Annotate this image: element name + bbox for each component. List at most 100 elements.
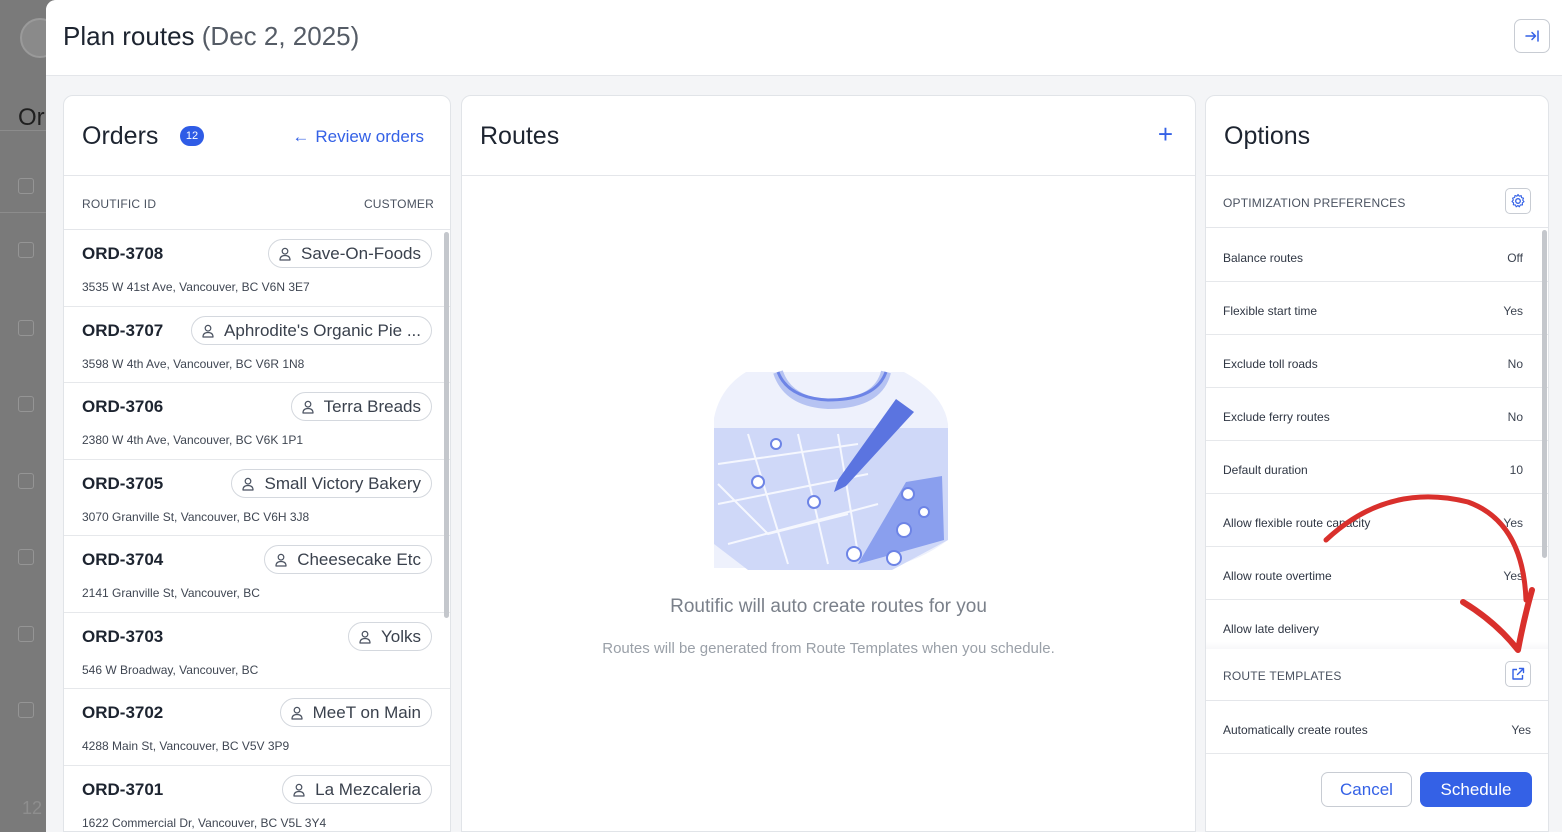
preference-row[interactable]: Flexible start time Yes (1206, 282, 1548, 335)
optimization-preferences-header: OPTIMIZATION PREFERENCES (1206, 176, 1548, 228)
external-link-icon (1512, 667, 1525, 680)
plan-routes-modal: Plan routes (Dec 2, 2025) Orders 12 ← Rev… (46, 0, 1562, 832)
order-row[interactable]: ORD-3703 Yolks 546 W Broadway, Vancouver, … (64, 613, 450, 689)
order-address: 3070 Granville St, Vancouver, BC V6H 3J8 (82, 509, 310, 524)
customer-pill[interactable]: MeeT on Main (279, 698, 432, 727)
preference-row[interactable]: Exclude ferry routes No (1206, 388, 1548, 441)
preference-row[interactable]: Allow route overtime Yes (1206, 547, 1548, 600)
preference-value: No (1507, 410, 1523, 424)
background-checkbox (18, 320, 34, 336)
modal-title-text: Plan routes (63, 21, 195, 51)
order-row[interactable]: ORD-3704 Cheesecake Etc 2141 Granville St,… (64, 536, 450, 613)
customer-pill[interactable]: Yolks (347, 621, 432, 651)
customer-pill[interactable]: La Mezcaleria (282, 774, 432, 804)
routes-panel: Routes + Routific will auto create route… (461, 95, 1196, 832)
preference-name: Flexible start time (1223, 304, 1318, 318)
preference-value: 10 (1509, 463, 1523, 477)
order-id: ORD-3704 (82, 550, 164, 569)
orders-count-badge: 12 (180, 126, 204, 146)
background-divider (0, 212, 46, 213)
route-templates-label: ROUTE TEMPLATES (1223, 669, 1342, 683)
order-row[interactable]: ORD-3708 Save-On-Foods 3535 W 41st Ave, Va… (64, 230, 450, 307)
customer-name: Save-On-Foods (301, 244, 421, 263)
customer-pill[interactable]: Save-On-Foods (268, 239, 432, 268)
customer-name: Yolks (380, 626, 421, 646)
background-checkbox (18, 178, 34, 194)
order-address: 3598 W 4th Ave, Vancouver, BC V6R 1N8 (82, 356, 305, 371)
order-id: ORD-3706 (82, 397, 164, 416)
template-row[interactable]: Automatically create routes Yes (1206, 701, 1548, 754)
customer-pill[interactable]: Aphrodite's Organic Pie ... (191, 315, 432, 345)
order-row[interactable]: ORD-3702 MeeT on Main 4288 Main St, Vancou… (64, 689, 450, 766)
person-icon (302, 400, 314, 414)
order-row[interactable]: ORD-3701 La Mezcaleria 1622 Commercial Dr,… (64, 766, 450, 832)
preference-value: Yes (1503, 569, 1523, 583)
orders-list: ORD-3708 Save-On-Foods 3535 W 41st Ave, Va… (64, 230, 450, 832)
order-address: 2141 Granville St, Vancouver, BC (82, 586, 260, 600)
customer-name: MeeT on Main (312, 703, 421, 722)
order-row[interactable]: ORD-3705 Small Victory Bakery 3070 Granvil… (64, 460, 450, 536)
options-header: Options (1206, 96, 1548, 176)
routes-header: Routes + (462, 96, 1195, 176)
route-templates-header: ROUTE TEMPLATES (1206, 649, 1548, 701)
open-route-templates-button[interactable] (1505, 661, 1531, 687)
orders-panel: Orders 12 ← Review orders ROUTIFIC ID CUS… (63, 95, 451, 832)
preference-row[interactable]: Exclude toll roads No (1206, 335, 1548, 388)
customer-name: Aphrodite's Organic Pie ... (224, 320, 421, 340)
order-row[interactable]: ORD-3706 Terra Breads 2380 W 4th Ave, Vanc… (64, 383, 450, 460)
orders-scrollbar[interactable] (444, 232, 449, 618)
preference-value: No (1507, 357, 1523, 371)
routes-empty-subtitle: Routes will be generated from Route Temp… (602, 640, 1055, 657)
optimization-preferences-label: OPTIMIZATION PREFERENCES (1223, 196, 1406, 210)
background-checkbox (18, 396, 34, 412)
background-checkbox (18, 626, 34, 642)
schedule-button[interactable]: Schedule (1420, 772, 1532, 807)
order-address: 1622 Commercial Dr, Vancouver, BC V5L 3Y… (82, 815, 327, 830)
modal-date: (Dec 2, 2025) (201, 21, 360, 51)
order-id: ORD-3707 (82, 320, 164, 340)
preference-row[interactable]: Default duration 10 (1206, 441, 1548, 494)
customer-pill[interactable]: Terra Breads (290, 392, 432, 421)
customer-pill[interactable]: Small Victory Bakery (231, 468, 432, 498)
customer-name: Small Victory Bakery (264, 473, 421, 493)
modal-header: Plan routes (Dec 2, 2025) (46, 0, 1562, 76)
preference-value: Yes (1503, 304, 1523, 318)
options-footer: Cancel Schedule (1206, 754, 1548, 831)
optimization-settings-button[interactable] (1505, 188, 1531, 214)
background-page-number: 12 (22, 798, 43, 818)
template-name: Automatically create routes (1223, 723, 1368, 737)
map-route-illustration (714, 370, 948, 570)
modal-title: Plan routes (Dec 2, 2025) (63, 21, 359, 52)
customer-name: La Mezcaleria (315, 779, 421, 799)
preference-name: Exclude ferry routes (1223, 410, 1330, 424)
background-checkbox (18, 702, 34, 718)
review-orders-link[interactable]: ← Review orders (292, 127, 424, 147)
preference-name: Exclude toll roads (1223, 357, 1318, 371)
order-row[interactable]: ORD-3707 Aphrodite's Organic Pie ... 3598 … (64, 307, 450, 383)
column-customer: CUSTOMER (363, 197, 434, 211)
add-route-button[interactable]: + (1158, 120, 1173, 148)
customer-pill[interactable]: Cheesecake Etc (264, 545, 432, 574)
background-title: Or (18, 104, 45, 131)
customer-name: Terra Breads (323, 397, 421, 416)
person-icon (242, 477, 255, 491)
customer-name: Cheesecake Etc (297, 550, 421, 569)
person-icon (275, 553, 287, 567)
order-id: ORD-3703 (82, 626, 164, 646)
person-icon (202, 324, 214, 338)
gear-icon (1511, 193, 1525, 208)
cancel-button[interactable]: Cancel (1321, 772, 1412, 807)
plus-icon: + (1157, 119, 1173, 149)
collapse-panel-button[interactable] (1514, 19, 1550, 53)
orders-title: Orders (82, 122, 159, 150)
options-panel: Options OPTIMIZATION PREFERENCES Balance… (1205, 95, 1549, 832)
orders-header: Orders 12 ← Review orders (64, 96, 450, 176)
routes-empty-title: Routific will auto create routes for you (670, 596, 987, 617)
person-icon (293, 783, 305, 797)
order-address: 3535 W 41st Ave, Vancouver, BC V6N 3E7 (82, 280, 310, 294)
options-scrollbar[interactable] (1542, 230, 1547, 558)
background-checkbox (18, 473, 34, 489)
order-address: 4288 Main St, Vancouver, BC V5V 3P9 (82, 739, 290, 753)
preference-row[interactable]: Balance routes Off (1206, 229, 1548, 282)
preference-row[interactable]: Allow flexible route capacity Yes (1206, 494, 1548, 547)
